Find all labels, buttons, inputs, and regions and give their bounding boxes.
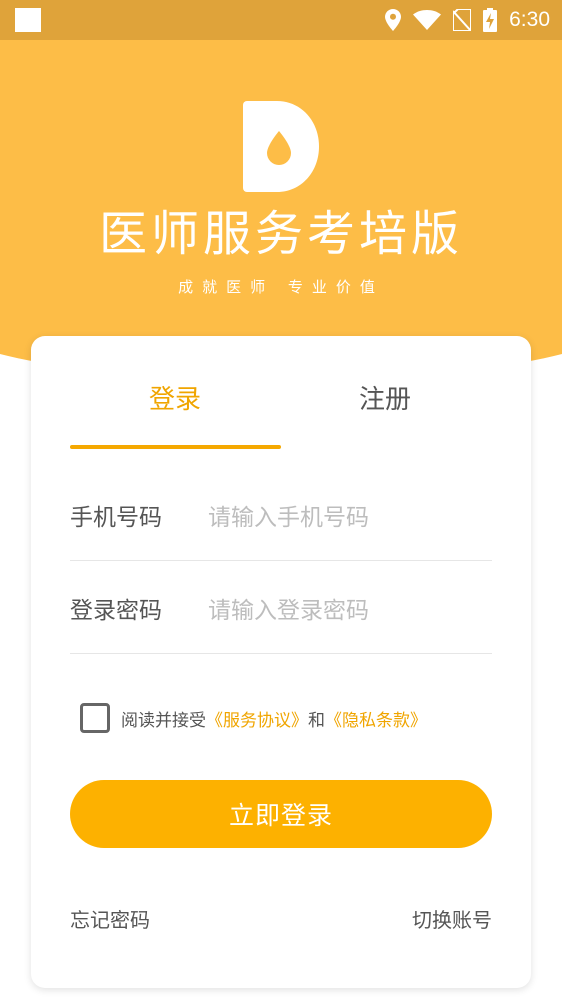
tab-register[interactable]: 注册 xyxy=(280,380,490,420)
login-button[interactable]: 立即登录 xyxy=(70,780,492,848)
notification-square-icon xyxy=(15,8,41,32)
switch-account-link[interactable]: 切换账号 xyxy=(412,904,492,933)
service-agreement-link[interactable]: 《服务协议》 xyxy=(206,706,308,731)
phone-label: 手机号码 xyxy=(70,505,162,531)
app-slogan: 成就医师 专业价值 xyxy=(178,278,384,296)
password-field-row: 登录密码 xyxy=(70,576,492,654)
no-sim-icon xyxy=(453,9,472,31)
agreement-prefix: 阅读并接受 xyxy=(121,710,206,731)
battery-charging-icon xyxy=(483,8,498,32)
drop-logo-icon xyxy=(243,101,319,192)
status-bar: 6:30 xyxy=(0,0,562,40)
privacy-policy-link[interactable]: 《隐私条款》 xyxy=(325,706,427,731)
password-input[interactable] xyxy=(208,592,488,630)
login-card: 登录 注册 手机号码 登录密码 阅读并接受 《服务协议》 和 《隐私条款》 立即… xyxy=(31,336,531,988)
agreement-conjunction: 和 xyxy=(308,710,325,731)
login-screen: 6:30 医师服务考培版 成就医师 专业价值 登录 注册 手机号码 登录密码 阅… xyxy=(0,0,562,1000)
status-icons: 6:30 xyxy=(385,0,550,40)
forgot-password-link[interactable]: 忘记密码 xyxy=(70,904,150,933)
wifi-icon xyxy=(413,10,442,30)
status-time: 6:30 xyxy=(509,8,550,31)
agreement-checkbox[interactable] xyxy=(80,703,110,733)
password-label: 登录密码 xyxy=(70,598,162,624)
tab-login[interactable]: 登录 xyxy=(70,380,280,420)
agreement-row: 阅读并接受 《服务协议》 和 《隐私条款》 xyxy=(80,702,427,734)
phone-field-row: 手机号码 xyxy=(70,483,492,561)
location-icon xyxy=(385,9,402,31)
app-title: 医师服务考培版 xyxy=(98,206,463,262)
phone-input[interactable] xyxy=(208,499,488,537)
active-tab-indicator xyxy=(70,445,281,449)
